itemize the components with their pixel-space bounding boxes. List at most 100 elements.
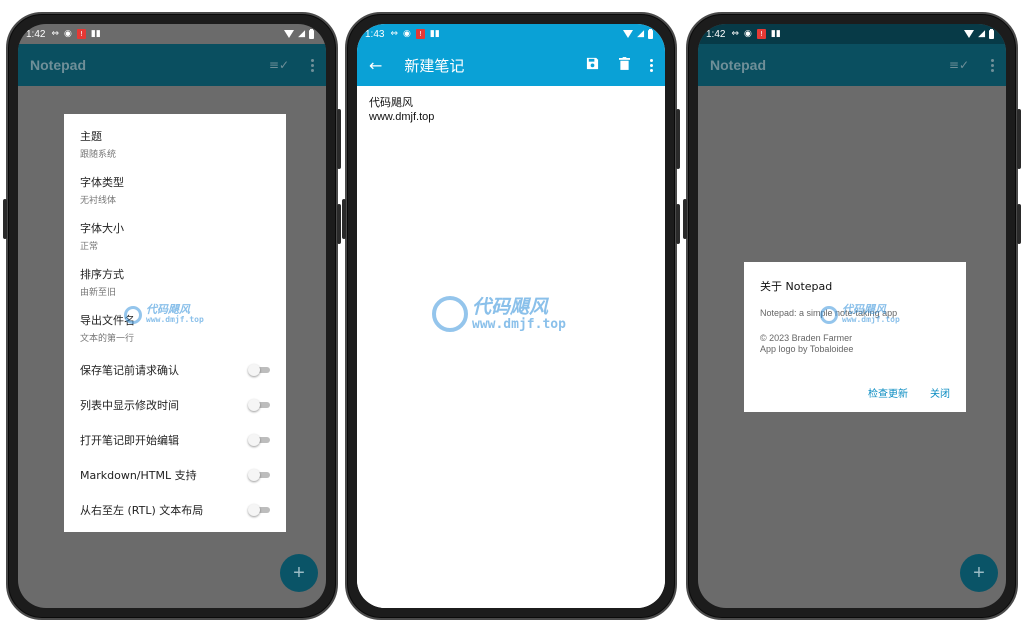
- toggle-markdown-support[interactable]: Markdown/HTML 支持: [64, 457, 286, 492]
- setting-font-size[interactable]: 字体大小 正常: [64, 214, 286, 260]
- signal-icon: ◢: [978, 29, 985, 39]
- status-time: 1:42: [706, 28, 726, 40]
- setting-theme[interactable]: 主题 跟随系统: [64, 122, 286, 168]
- setting-sort-order[interactable]: 排序方式 由新至旧: [64, 260, 286, 306]
- link-icon: ⇔: [731, 29, 740, 39]
- notification-icon: !: [76, 29, 86, 39]
- battery-icon: [309, 28, 314, 39]
- app-title: Notepad: [710, 57, 766, 73]
- toggle-switch[interactable]: [248, 363, 270, 376]
- screen: 1:42 ⇔ ◉ ! ▮▮ ◢ Notepad ≡✓ 主题 跟随系统 字体类型 …: [18, 24, 326, 608]
- setting-title: 字体类型: [80, 176, 124, 189]
- status-bar: 1:42 ⇔ ◉ ! ▮▮ ◢: [18, 24, 326, 44]
- setting-title: 排序方式: [80, 268, 124, 281]
- dialog-title: 关于 Notepad: [760, 280, 833, 293]
- more-options-icon[interactable]: [311, 58, 314, 72]
- side-button: [3, 199, 7, 239]
- app-bar: ← 新建笔记: [357, 44, 665, 86]
- add-note-button[interactable]: +: [960, 554, 998, 592]
- link-icon: ⇔: [51, 29, 60, 39]
- app-bar: Notepad ≡✓: [698, 44, 1006, 86]
- app-description: Notepad: a simple note-taking app: [760, 308, 898, 318]
- save-icon[interactable]: [586, 57, 599, 74]
- toggle-switch[interactable]: [248, 398, 270, 411]
- setting-title: 导出文件名: [80, 314, 135, 327]
- setting-title: 主题: [80, 130, 102, 143]
- setting-export-filename[interactable]: 导出文件名 文本的第一行: [64, 306, 286, 352]
- toggle-label: 打开笔记即开始编辑: [80, 433, 179, 447]
- link-icon: ⇔: [390, 29, 399, 39]
- phone-settings: 1:42 ⇔ ◉ ! ▮▮ ◢ Notepad ≡✓ 主题 跟随系统 字体类型 …: [3, 12, 341, 620]
- toggle-switch[interactable]: [248, 433, 270, 446]
- setting-font-type[interactable]: 字体类型 无衬线体: [64, 168, 286, 214]
- wifi-icon: [284, 30, 295, 38]
- wifi-icon: [964, 30, 975, 38]
- side-button: [676, 204, 680, 244]
- side-button: [1017, 204, 1021, 244]
- wifi-icon: [623, 30, 634, 38]
- signal-icon: ◢: [637, 29, 644, 39]
- side-button: [683, 199, 687, 239]
- setting-title: 字体大小: [80, 222, 124, 235]
- battery-icon: [648, 28, 653, 39]
- eye-icon: ◉: [64, 29, 72, 39]
- stats-icon: ▮▮: [90, 29, 101, 39]
- app-bar: Notepad ≡✓: [18, 44, 326, 86]
- settings-dialog: 主题 跟随系统 字体类型 无衬线体 字体大小 正常 排序方式 由新至旧 导出文件…: [64, 114, 286, 532]
- signal-icon: ◢: [298, 29, 305, 39]
- about-dialog: 关于 Notepad Notepad: a simple note-taking…: [744, 262, 966, 412]
- battery-icon: [989, 28, 994, 39]
- side-button: [337, 109, 341, 169]
- close-button[interactable]: 关闭: [930, 385, 950, 400]
- status-time: 1:42: [26, 28, 46, 40]
- phone-about: 1:42 ⇔ ◉ ! ▮▮ ◢ Notepad ≡✓ 关于 Notepad No…: [683, 12, 1021, 620]
- stats-icon: ▮▮: [770, 29, 781, 39]
- side-button: [337, 204, 341, 244]
- back-arrow-icon[interactable]: ←: [369, 56, 382, 75]
- eye-icon: ◉: [403, 29, 411, 39]
- delete-icon[interactable]: [619, 56, 630, 74]
- toggle-switch[interactable]: [248, 503, 270, 516]
- add-note-button[interactable]: +: [280, 554, 318, 592]
- side-button: [1017, 109, 1021, 169]
- screenshot-collage: 1:42 ⇔ ◉ ! ▮▮ ◢ Notepad ≡✓ 主题 跟随系统 字体类型 …: [0, 0, 1024, 630]
- sort-list-icon[interactable]: ≡✓: [269, 58, 289, 72]
- status-time: 1:43: [365, 28, 385, 40]
- setting-value: 正常: [80, 242, 99, 252]
- screen: 1:43 ⇔ ◉ ! ▮▮ ◢ ← 新建笔记 代码飓风 www.dmjf.top: [357, 24, 665, 608]
- setting-value: 文本的第一行: [80, 334, 135, 344]
- toggle-switch[interactable]: [248, 468, 270, 481]
- more-options-icon[interactable]: [991, 58, 994, 72]
- copyright-text: © 2023 Braden Farmer: [760, 333, 853, 343]
- setting-value: 跟随系统: [80, 150, 117, 160]
- status-bar: 1:43 ⇔ ◉ ! ▮▮ ◢: [357, 24, 665, 44]
- stats-icon: ▮▮: [429, 29, 440, 39]
- side-button: [676, 109, 680, 169]
- notification-icon: !: [415, 29, 425, 39]
- setting-value: 无衬线体: [80, 196, 117, 206]
- toggle-label: 保存笔记前请求确认: [80, 363, 179, 377]
- toggle-edit-on-open[interactable]: 打开笔记即开始编辑: [64, 422, 286, 457]
- side-button: [342, 199, 346, 239]
- screen: 1:42 ⇔ ◉ ! ▮▮ ◢ Notepad ≡✓ 关于 Notepad No…: [698, 24, 1006, 608]
- more-options-icon[interactable]: [650, 58, 653, 72]
- toggle-show-modified-time[interactable]: 列表中显示修改时间: [64, 387, 286, 422]
- check-update-button[interactable]: 检查更新: [868, 385, 908, 400]
- eye-icon: ◉: [744, 29, 752, 39]
- logo-credit-text: App logo by Tobaloidee: [760, 344, 854, 354]
- note-line: www.dmjf.top: [369, 111, 435, 123]
- note-editor[interactable]: 代码飓风 www.dmjf.top: [357, 86, 665, 608]
- setting-value: 由新至旧: [80, 288, 117, 298]
- status-bar: 1:42 ⇔ ◉ ! ▮▮ ◢: [698, 24, 1006, 44]
- sort-list-icon[interactable]: ≡✓: [949, 58, 969, 72]
- app-title: 新建笔记: [404, 57, 465, 75]
- note-line: 代码飓风: [369, 97, 413, 109]
- toggle-confirm-save[interactable]: 保存笔记前请求确认: [64, 352, 286, 387]
- toggle-rtl-layout[interactable]: 从右至左 (RTL) 文本布局: [64, 492, 286, 527]
- notification-icon: !: [756, 29, 766, 39]
- phone-editor: 1:43 ⇔ ◉ ! ▮▮ ◢ ← 新建笔记 代码飓风 www.dmjf.top: [342, 12, 680, 620]
- toggle-label: 列表中显示修改时间: [80, 398, 179, 412]
- app-title: Notepad: [30, 57, 86, 73]
- toggle-label: 从右至左 (RTL) 文本布局: [80, 503, 204, 517]
- toggle-label: Markdown/HTML 支持: [80, 468, 197, 482]
